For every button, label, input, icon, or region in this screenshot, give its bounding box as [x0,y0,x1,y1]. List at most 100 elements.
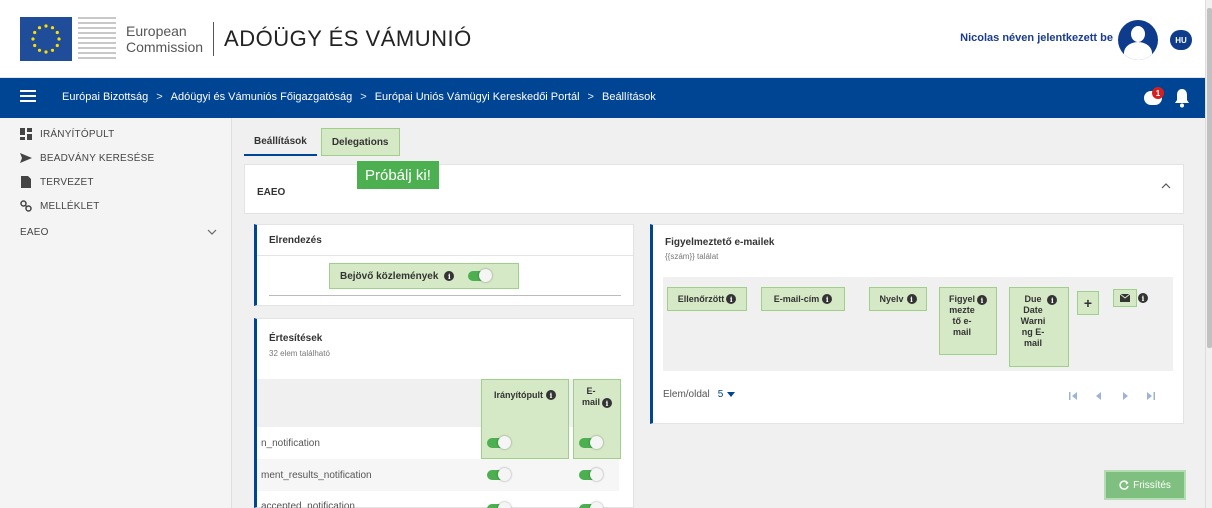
sidebar-item-draft[interactable]: TERVEZET [0,170,231,194]
incoming-messages-toggle-row: Bejövő közlemények i [329,263,519,289]
due-date-warning-column-header[interactable]: Due Date Warni ng E- mail i [1009,287,1069,367]
per-page-select[interactable]: 5 [718,389,736,400]
due-date-label-5: mail [1023,338,1042,348]
warning-email-column-header[interactable]: Figyel mezte tő e- mail i [939,287,997,355]
dashboard-toggle[interactable] [487,468,511,481]
avatar-head [1131,26,1145,42]
brand-line-1: European [126,23,187,39]
logged-in-user: Nicolas néven jelentkezett be [960,32,1113,44]
table-row: ment_results_notification [257,459,619,491]
sidebar-item-attachment[interactable]: MELLÉKLET [0,194,231,218]
per-page-control: Elem/oldal 5 [663,389,736,400]
warning-emails-title: Figyelmeztető e-mailek [665,237,775,248]
info-icon[interactable]: i [1138,293,1148,303]
tabs: Beállítások Delegations [244,128,400,156]
next-page-icon[interactable] [1121,392,1129,400]
main-content: Beállítások Delegations EAEO Próbálj ki!… [232,118,1205,508]
language-column-header[interactable]: Nyelv i [869,287,927,311]
breadcrumb-item-portal[interactable]: Európai Uniós Vámügyi Kereskedői Portál [375,91,580,103]
sidebar-item-label: EAEO [20,226,49,238]
sidebar-item-label: MELLÉKLET [40,200,100,212]
breadcrumb-item-commission[interactable]: Európai Bizottság [62,91,148,103]
info-icon[interactable]: i [726,294,737,304]
email-address-column-label: E-mail-cím [773,294,820,304]
navbar: Európai Bizottság > Adóügyi és Vámuniós … [0,78,1205,118]
last-page-icon[interactable] [1147,392,1155,400]
warning-email-label-4: mail [952,327,971,337]
info-icon[interactable]: i [546,390,556,400]
notification-count: 1 [1152,87,1164,99]
incoming-messages-toggle[interactable] [468,269,493,282]
notifications-title: Értesítések [269,333,323,344]
tab-settings[interactable]: Beállítások [244,128,317,156]
refresh-button[interactable]: Frissítés [1104,470,1186,500]
warning-email-label-1: Figyel [948,294,975,304]
info-icon[interactable]: i [444,271,455,281]
dashboard-toggle[interactable] [487,502,511,508]
info-icon[interactable]: i [906,294,917,304]
sidebar-item-label: IRÁNYÍTÓPULT [40,128,115,140]
layout-panel-title: Elrendezés [269,235,322,246]
email-address-column-header[interactable]: E-mail-cím i [761,287,845,311]
email-toggle[interactable] [579,502,603,508]
email-column-label-1: E- [586,386,596,396]
avatar-body [1124,42,1152,60]
attachment-icon [20,200,32,212]
scrollbar-thumb[interactable] [1207,8,1212,348]
email-toggle[interactable] [579,468,603,481]
dashboard-icon [20,128,32,140]
due-date-label-1: Due [1024,294,1042,304]
menu-icon[interactable] [20,90,36,104]
info-icon[interactable]: i [1047,295,1058,305]
notification-name: accepted_notification [261,501,355,508]
due-date-label-3: Warni [1020,316,1046,326]
header: European Commission ADÓÜGY ÉS VÁMUNIÓ Ni… [0,0,1205,78]
eaeo-accordion[interactable]: EAEO Próbálj ki! [244,161,1184,214]
brand-line-2: Commission [126,39,204,55]
notifications-count: 32 elem található [269,349,330,358]
caret-down-icon [727,392,736,397]
bell-icon[interactable] [1174,88,1190,108]
logo-text: European Commission [126,23,203,55]
warning-emails-panel: Figyelmeztető e-mailek {{szám}} találat … [650,224,1184,424]
info-icon[interactable]: i [977,295,987,305]
language-column-label: Nyelv [879,294,904,304]
breadcrumb-item-settings: Beállítások [601,91,656,103]
breadcrumb-item-taxud[interactable]: Adóügyi és Vámuniós Főigazgatóság [171,91,353,103]
sidebar-item-label: BEADVÁNY KERESÉSE [40,152,155,164]
language-badge[interactable]: HU [1170,30,1192,50]
incoming-messages-label: Bejövő közlemények [340,270,439,282]
panel-divider [269,295,621,296]
tab-delegations[interactable]: Delegations [320,128,400,156]
try-it-badge[interactable]: Próbálj ki! [357,161,439,189]
page-scrollbar[interactable] [1205,0,1212,508]
due-date-label-4: ng E- [1021,327,1045,337]
ec-logo[interactable]: European Commission ADÓÜGY ÉS VÁMUNIÓ [20,15,472,63]
breadcrumb-separator: > [360,91,367,103]
notification-name: ment_results_notification [261,469,372,481]
previous-page-icon[interactable] [1095,392,1103,400]
dashboard-toggle[interactable] [487,436,511,449]
document-icon [20,176,32,188]
layout-panel: Elrendezés Bejövő közlemények i [254,224,634,306]
info-icon[interactable]: i [602,398,612,408]
breadcrumb-separator: > [587,91,594,103]
eu-flag-icon [20,17,72,61]
email-toggle[interactable] [579,436,603,449]
table-row: accepted_notification [257,491,619,508]
info-icon[interactable]: i [822,294,833,304]
checked-column-header[interactable]: Ellenőrzött i [667,287,747,311]
messages-icon[interactable]: 1 [1144,87,1166,109]
email-action-column-header[interactable] [1113,289,1137,307]
due-date-warning-column-label: Due Date Warni ng E- mail [1021,294,1046,366]
sidebar-item-dashboard[interactable]: IRÁNYÍTÓPULT [0,122,231,146]
sidebar: IRÁNYÍTÓPULT BEADVÁNY KERESÉSE TERVEZET … [0,118,232,508]
chevron-up-icon[interactable] [1161,183,1171,189]
sidebar-item-search-submission[interactable]: BEADVÁNY KERESÉSE [0,146,231,170]
warning-emails-count: {{szám}} találat [665,252,719,261]
avatar[interactable] [1118,20,1158,60]
first-page-icon[interactable] [1069,392,1077,400]
email-column-label: E- mail [582,386,600,408]
sidebar-item-eaeo[interactable]: EAEO [0,220,231,244]
add-button[interactable]: + [1077,291,1099,315]
